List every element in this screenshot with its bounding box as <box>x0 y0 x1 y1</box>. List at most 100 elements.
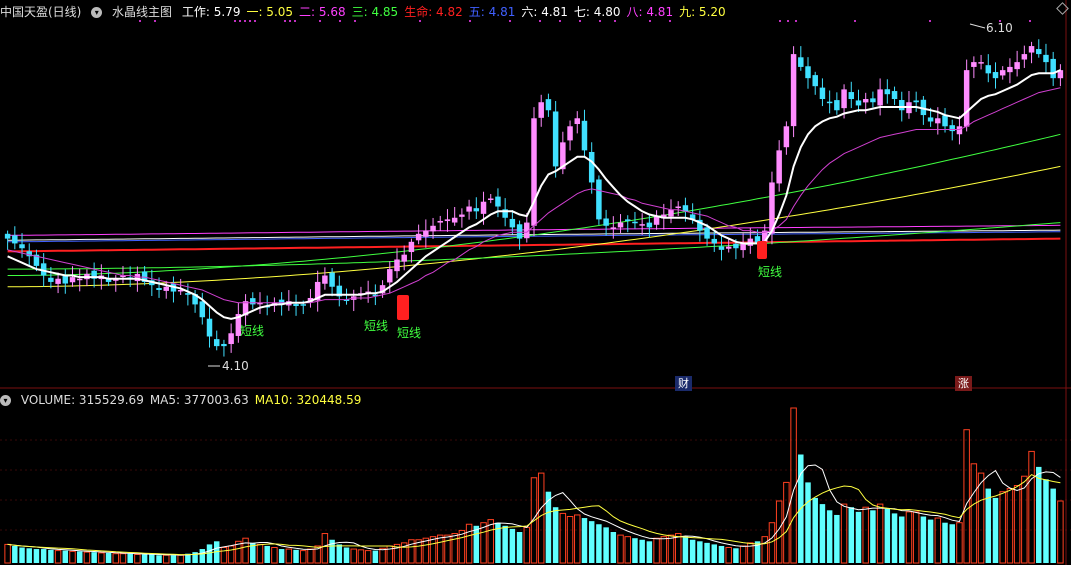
candle-body <box>451 217 458 223</box>
volume-bar <box>840 503 848 564</box>
stock-chart-window: 短线 短线 短线 短线 4.10 6.10 中国天盈(日线) ▾ 水晶线主图 工作: 5.… <box>0 0 1071 565</box>
candle-body <box>408 241 415 253</box>
candle-body <box>567 126 573 141</box>
volume-bar <box>697 541 703 563</box>
volume-bar <box>905 511 913 564</box>
volume-bar <box>163 554 170 564</box>
volume-bar <box>977 472 985 564</box>
candle-body <box>949 125 955 132</box>
candle-body <box>1043 54 1049 63</box>
signal-dot <box>854 20 856 22</box>
candle-body <box>783 126 790 148</box>
indicator-item-9: 九: 5.20 <box>679 5 726 19</box>
volume-bar <box>624 536 631 564</box>
volume-bar <box>1057 500 1064 564</box>
candle-body <box>877 89 883 106</box>
candle-body <box>401 254 407 262</box>
candle-body <box>552 111 559 167</box>
candle-body <box>826 101 833 104</box>
candle-body <box>1028 46 1035 53</box>
candle-body <box>819 87 826 100</box>
candle-body <box>668 209 674 217</box>
event-marker-zhang[interactable]: 涨 <box>955 376 972 391</box>
volume-bar <box>523 526 531 564</box>
volume-bar <box>321 533 329 564</box>
candle-body <box>733 243 739 249</box>
main-chart-header: 中国天盈(日线) ▾ 水晶线主图 工作: 5.79 一: 5.05 二: 5.68 三… <box>0 3 738 21</box>
indicator-item-3: 三: 4.85 <box>351 5 399 19</box>
candle-body <box>747 238 754 246</box>
candle-body <box>387 269 393 283</box>
indicator-item-0: 工作: 5.79 <box>181 5 241 19</box>
volume-bar <box>689 539 696 563</box>
volume-bar <box>206 544 213 563</box>
volume-bar <box>98 552 105 564</box>
candle-body <box>329 272 335 287</box>
candle-body <box>206 318 213 337</box>
volume-bar <box>718 545 725 563</box>
candle-body <box>48 277 54 282</box>
volume-bar <box>711 544 718 563</box>
volume-menu-icon[interactable]: ▾ <box>0 395 11 406</box>
volume-bar <box>300 550 307 564</box>
candle-body <box>855 100 862 106</box>
volume-bar <box>19 547 25 563</box>
volume-bar <box>949 524 955 563</box>
volume-bar <box>725 547 732 564</box>
candle-body <box>394 259 400 272</box>
candle-body <box>574 118 581 125</box>
volume-bar <box>834 514 840 563</box>
volume-bar <box>956 522 963 564</box>
volume-bar <box>480 522 487 564</box>
candle-body <box>798 57 804 67</box>
candle-body <box>862 99 869 103</box>
candle-body <box>942 115 948 127</box>
candle-body <box>985 65 992 74</box>
volume-bar <box>552 507 559 563</box>
candle-body <box>581 120 588 151</box>
candle-body <box>538 102 544 118</box>
volume-bar <box>516 532 523 563</box>
volume-bar <box>134 553 141 564</box>
volume-bar <box>372 550 379 563</box>
candle-body <box>1036 49 1042 55</box>
candle-body <box>675 206 681 209</box>
volume-bar <box>227 545 235 564</box>
volume-bar <box>105 552 112 563</box>
volume-bar <box>91 552 97 563</box>
volume-bar <box>357 549 365 564</box>
volume-bar <box>899 516 905 563</box>
volume-bar <box>667 534 675 564</box>
volume-bar <box>293 549 299 563</box>
volume-bar <box>805 482 811 563</box>
volume-bar <box>768 522 776 564</box>
volume-bar <box>69 550 76 564</box>
event-marker-cai[interactable]: 财 <box>675 376 692 391</box>
indicator-menu-icon[interactable]: ▾ <box>91 7 103 18</box>
volume-bar <box>920 516 927 563</box>
volume-bar <box>343 547 350 563</box>
volume-bar <box>379 547 386 564</box>
indicator-item-1: 一: 5.05 <box>246 5 294 19</box>
candle-body <box>740 243 746 251</box>
volume-bar <box>992 497 999 563</box>
candle-body <box>509 218 516 228</box>
candle-body <box>935 118 941 124</box>
volume-bar <box>739 545 747 564</box>
candle-body <box>444 219 451 222</box>
volume-bar <box>149 554 155 563</box>
candle-body <box>834 100 840 111</box>
volume-bar <box>40 549 47 563</box>
candle-body <box>55 278 61 284</box>
volume-bar <box>12 545 18 563</box>
volume-bar <box>83 551 91 564</box>
candle-body <box>199 301 206 318</box>
volume-bar <box>451 533 458 564</box>
indicator-name[interactable]: 水晶线主图 <box>112 5 172 19</box>
candle-body <box>899 100 905 111</box>
candle-body <box>913 100 919 103</box>
chart-canvas[interactable]: 短线 短线 短线短线4.106.10 <box>0 0 1071 565</box>
volume-bar <box>242 537 249 564</box>
volume-bar <box>963 429 970 564</box>
candle-body <box>956 126 963 135</box>
